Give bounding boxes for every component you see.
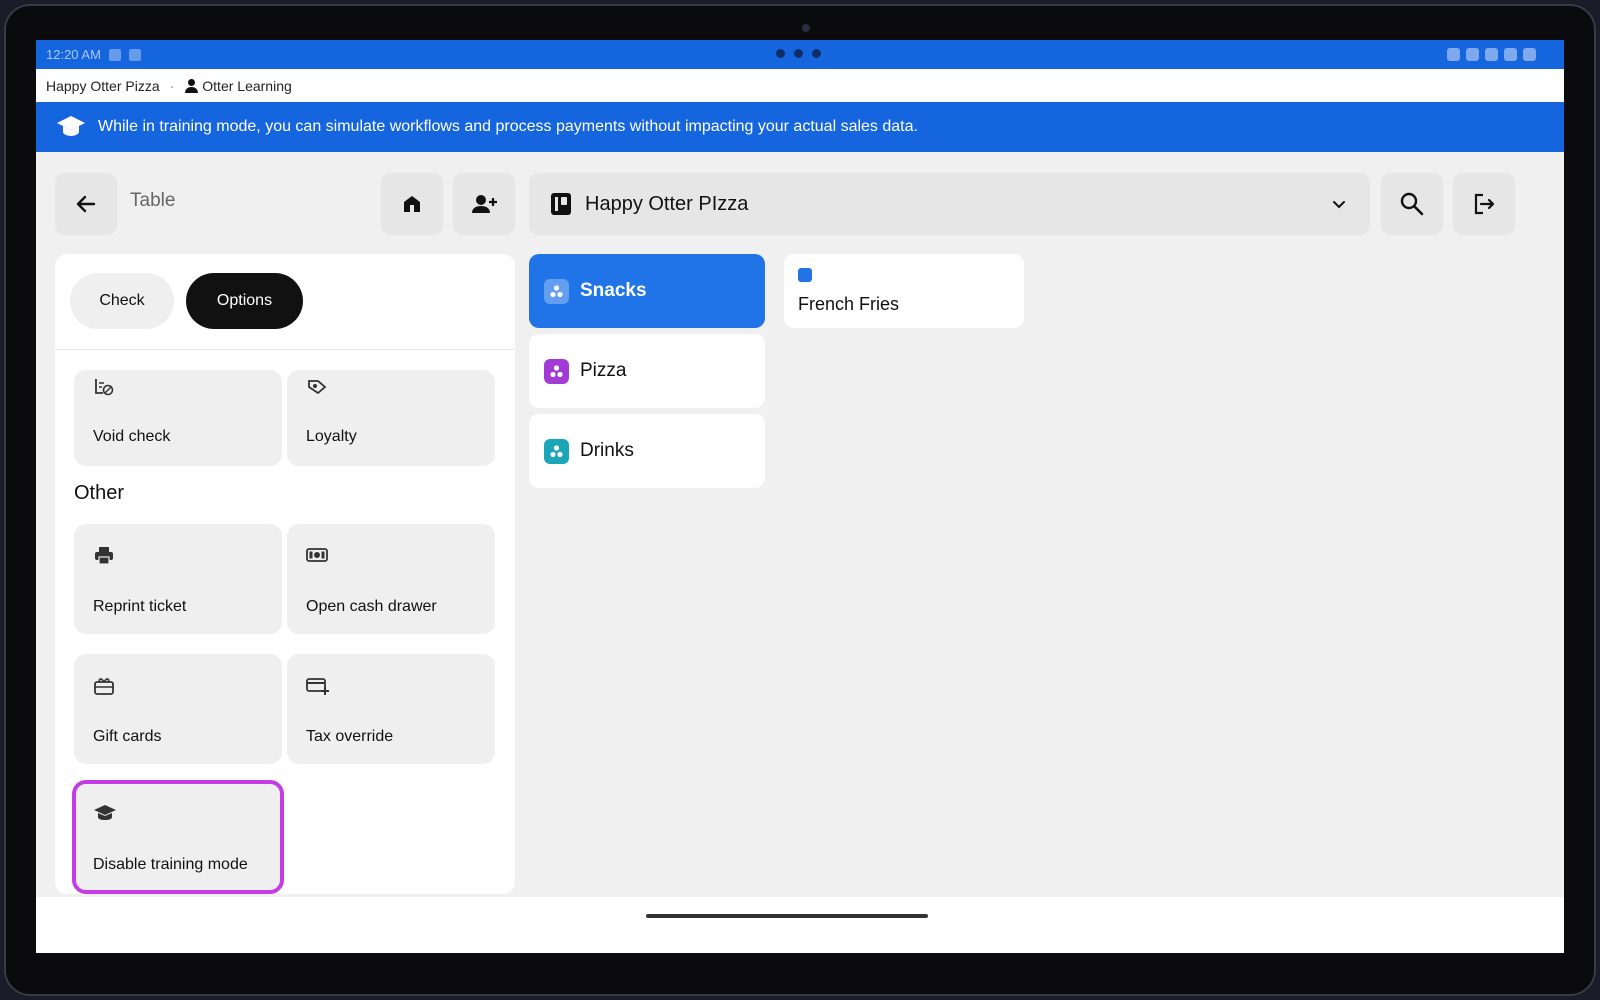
search-button[interactable] (1381, 173, 1443, 235)
venue-name: Happy Otter PIzza (585, 192, 749, 215)
front-camera (802, 24, 810, 32)
battery-icon (1523, 48, 1536, 61)
restaurant-name: Happy Otter Pizza (46, 77, 160, 94)
android-status-bar: 12:20 AM (36, 40, 1564, 69)
status-time: 12:20 AM (46, 47, 101, 62)
tablet-screen: 12:20 AM Happy Otter Pizza · Otter Learn… (36, 40, 1564, 953)
add-person-icon (472, 195, 497, 213)
loyalty-label: Loyalty (306, 428, 357, 445)
cast-icon (1466, 48, 1479, 61)
logout-icon (1474, 193, 1495, 215)
person-icon (184, 78, 199, 93)
location-bar: Happy Otter Pizza · Otter Learning (36, 69, 1564, 102)
add-guest-button[interactable] (453, 173, 515, 235)
category-icon (544, 278, 569, 304)
tax-override-label: Tax override (306, 728, 394, 745)
venue-dropdown[interactable]: Happy Otter PIzza (529, 173, 1370, 235)
tab-check[interactable]: Check (70, 273, 174, 329)
category-snacks[interactable]: Snacks (529, 254, 765, 328)
void-receipt-icon (95, 379, 114, 396)
graduation-cap-icon (94, 805, 116, 820)
item-color-swatch (798, 268, 812, 282)
cash-icon (306, 548, 328, 562)
tag-heart-icon (308, 380, 327, 395)
menu-item-french-fries[interactable]: French Fries (784, 254, 1024, 328)
open-cash-drawer-label: Open cash drawer (306, 598, 437, 615)
home-gesture-handle[interactable] (646, 914, 928, 918)
gift-cards-card[interactable]: Gift cards (74, 654, 282, 764)
notification-icon (128, 48, 141, 61)
store-icon (404, 196, 420, 212)
gift-cards-label: Gift cards (93, 728, 162, 745)
category-label: Snacks (580, 280, 647, 301)
category-label: Drinks (580, 440, 634, 461)
android-nav-bar (36, 897, 1564, 953)
printer-icon (95, 547, 113, 565)
search-icon (1400, 192, 1424, 216)
category-pizza[interactable]: Pizza (529, 334, 765, 408)
vibrate-icon (1485, 48, 1498, 61)
training-mode-banner: While in training mode, you can simulate… (36, 102, 1564, 152)
notification-icon (108, 48, 121, 61)
menu-item-label: French Fries (798, 294, 900, 314)
reprint-ticket-card[interactable]: Reprint ticket (74, 524, 282, 634)
tax-override-card[interactable]: Tax override (287, 654, 495, 764)
open-cash-drawer-card[interactable]: Open cash drawer (287, 524, 495, 634)
disable-training-mode-card[interactable]: Disable training mode (72, 780, 284, 894)
graduation-cap-icon (57, 116, 85, 136)
system-icons (1447, 48, 1536, 61)
back-button[interactable] (55, 173, 117, 235)
window-dots-icon[interactable] (776, 49, 821, 58)
user-name: Otter Learning (202, 77, 292, 94)
card-add-icon (306, 678, 329, 695)
loyalty-card[interactable]: Loyalty (287, 370, 495, 466)
disable-training-mode-label: Disable training mode (93, 856, 248, 873)
table-label: Table (130, 190, 176, 211)
wifi-icon (1504, 48, 1517, 61)
logout-button[interactable] (1453, 173, 1515, 235)
category-label: Pizza (580, 360, 627, 381)
separator: · (169, 77, 175, 94)
chevron-down-icon (1333, 201, 1345, 209)
other-section-title: Other (74, 482, 125, 504)
tab-options[interactable]: Options (186, 273, 303, 329)
category-drinks[interactable]: Drinks (529, 414, 765, 488)
banner-message: While in training mode, you can simulate… (98, 118, 918, 135)
reprint-ticket-label: Reprint ticket (93, 598, 187, 615)
void-check-label: Void check (93, 428, 171, 445)
store-button[interactable] (381, 173, 443, 235)
void-check-card[interactable]: Void check (74, 370, 282, 466)
options-panel: Check Options Void check Loyalty Other R… (55, 254, 515, 894)
panel-tabs: Check Options (70, 273, 303, 329)
menu-book-icon (551, 193, 571, 215)
divider (55, 349, 515, 350)
category-icon (544, 438, 569, 464)
alarm-icon (1447, 48, 1460, 61)
gift-card-icon (94, 678, 114, 695)
category-icon (544, 358, 569, 384)
arrow-left-icon (76, 195, 96, 213)
